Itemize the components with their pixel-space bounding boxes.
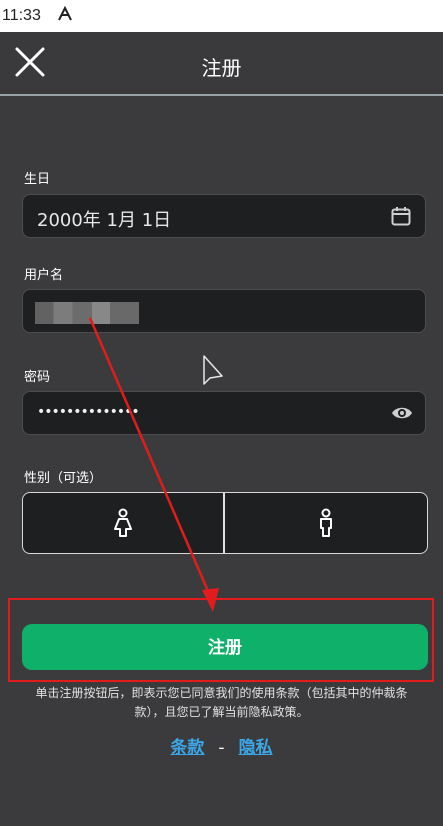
male-icon — [320, 508, 332, 537]
header-bar: 注册 — [0, 32, 443, 96]
eye-icon[interactable] — [391, 404, 413, 422]
gender-male-option[interactable] — [225, 493, 427, 553]
links-separator: - — [218, 738, 225, 758]
register-button[interactable]: 注册 — [22, 624, 428, 670]
status-bar: 11:33 — [0, 0, 443, 32]
terms-notice: 单击注册按钮后，即表示您已同意我们的使用条款（包括其中的仲裁条款），且您已了解当… — [35, 686, 408, 719]
annotation-arrow — [88, 317, 219, 612]
a-icon — [58, 6, 72, 21]
birthday-field[interactable]: 2000年 1月 1日 — [22, 194, 426, 238]
username-field[interactable] — [22, 289, 426, 333]
gender-female-option[interactable] — [23, 493, 225, 553]
gender-selector — [22, 492, 428, 554]
calendar-icon[interactable] — [391, 206, 411, 226]
username-label: 用户名 — [24, 268, 64, 283]
birthday-label: 生日 — [24, 172, 51, 187]
terms-link[interactable]: 条款 — [170, 738, 204, 758]
password-field[interactable]: •••••••••••••• — [22, 391, 426, 435]
birthday-value: 2000年 1月 1日 — [37, 210, 172, 231]
privacy-link[interactable]: 隐私 — [239, 738, 273, 758]
mouse-cursor-icon — [203, 355, 223, 385]
page-title: 注册 — [201, 56, 242, 80]
female-icon — [114, 508, 132, 537]
status-time: 11:33 — [2, 7, 41, 24]
password-value: •••••••••••••• — [37, 404, 140, 420]
gender-label: 性别（可选） — [24, 471, 103, 486]
legal-links: 条款 - 隐私 — [0, 733, 443, 758]
password-label: 密码 — [24, 370, 51, 385]
redacted-username — [35, 302, 139, 324]
